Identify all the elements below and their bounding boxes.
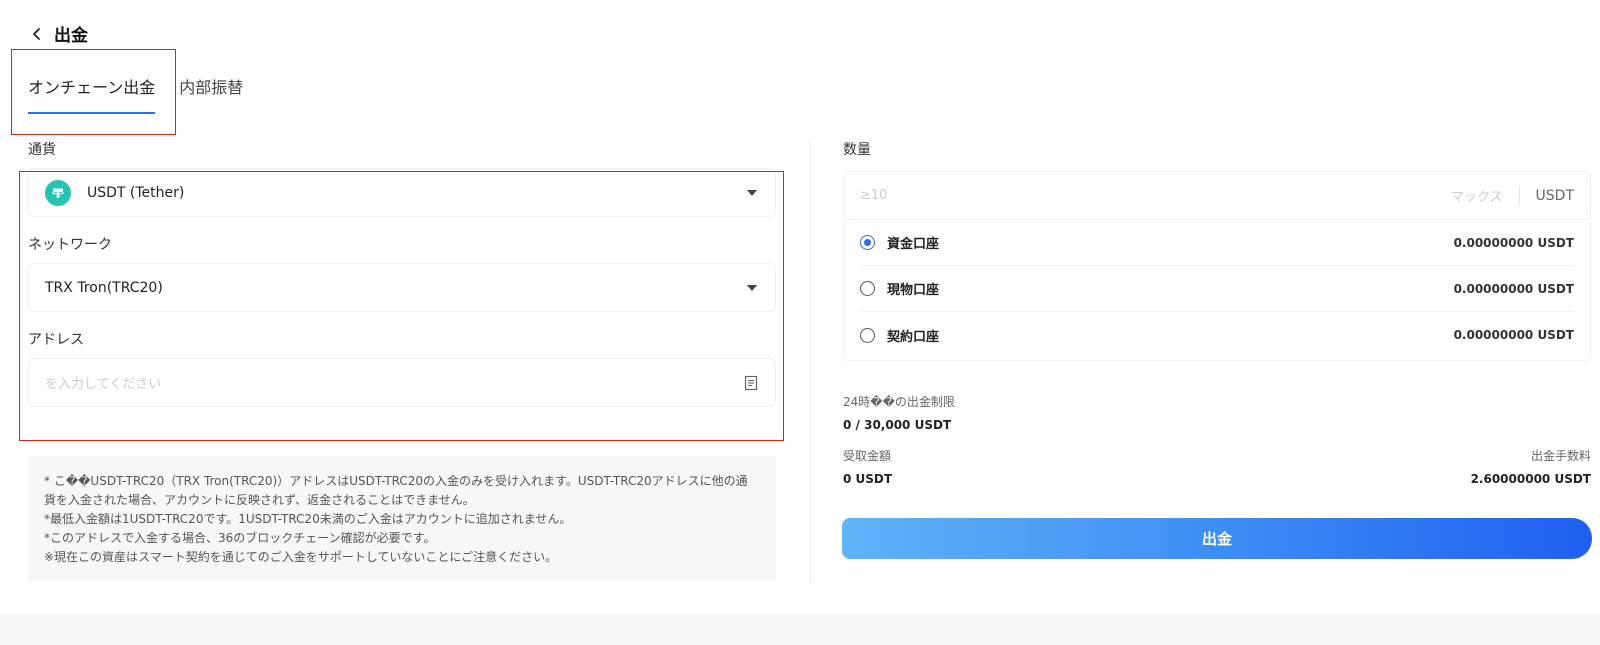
amount-unit: USDT	[1535, 187, 1574, 204]
receive-amount-label: 受取金額	[843, 449, 892, 463]
daily-limit-value: 0 / 30,000 USDT	[843, 418, 952, 432]
network-value: TRX Tron(TRC20)	[45, 279, 163, 296]
account-name: 資金口座	[887, 237, 940, 252]
account-list: 資金口座 0.00000000 USDT 現物口座 0.00000000 USD…	[843, 220, 1591, 361]
account-balance: 0.00000000 USDT	[1453, 281, 1574, 296]
account-option-contract[interactable]: 契約口座 0.00000000 USDT	[860, 312, 1574, 358]
amount-input[interactable]: ≥10 マックス USDT	[843, 171, 1591, 220]
address-input[interactable]: を入力してください	[28, 358, 776, 407]
header: 出金	[30, 20, 88, 46]
footer-band	[0, 614, 1600, 645]
account-name: 契約口座	[887, 329, 940, 345]
address-label: アドレス	[28, 332, 84, 348]
radio-unchecked-icon[interactable]	[860, 327, 875, 343]
fee-value: 2.60000000 USDT	[1470, 472, 1591, 486]
page-title: 出金	[54, 25, 88, 46]
currency-value: USDT (Tether)	[87, 184, 185, 201]
currency-label: 通貨	[28, 142, 56, 158]
chevron-left-icon[interactable]	[30, 26, 44, 40]
network-select[interactable]: TRX Tron(TRC20)	[28, 263, 776, 312]
tab-internal-transfer[interactable]: 内部振替	[179, 74, 243, 114]
notice-line: 貨を入金された場合、アカウントに反映されず、返金されることはできません。	[44, 493, 475, 507]
radio-unchecked-icon[interactable]	[860, 281, 875, 296]
amount-placeholder: ≥10	[860, 188, 888, 203]
amount-label: 数量	[843, 142, 871, 158]
account-name: 現物口座	[887, 283, 940, 298]
notice-line: ※現在この資産はスマート契約を通じてのご入金をサポートしていないことにご注意くだ…	[44, 550, 558, 564]
currency-select[interactable]: USDT (Tether)	[28, 168, 776, 217]
column-divider	[810, 140, 811, 583]
max-button[interactable]: マックス	[1451, 186, 1520, 205]
daily-limit-label: 24時��の出金制限	[843, 395, 955, 409]
clipboard-icon[interactable]	[743, 375, 759, 391]
account-balance: 0.00000000 USDT	[1453, 328, 1574, 342]
notice-line: * こ��USDT-TRC20（TRX Tron(TRC20)）アドレスはUSD…	[44, 474, 748, 488]
network-label: ネットワーク	[28, 237, 112, 253]
withdraw-button[interactable]: 出金	[842, 518, 1592, 559]
notice-line: *最低入金額は1USDT-TRC20です。1USDT-TRC20未満のご入金はア…	[44, 512, 572, 526]
account-option-funding[interactable]: 資金口座 0.00000000 USDT	[860, 220, 1574, 266]
caret-down-icon	[747, 284, 757, 291]
notice-line: *このアドレスで入金する場合、36のブロックチェーン確認が必要です。	[44, 531, 436, 545]
address-placeholder: を入力してください	[45, 377, 162, 392]
radio-checked-icon[interactable]	[860, 235, 875, 250]
tether-icon	[45, 179, 71, 206]
receive-amount-value: 0 USDT	[843, 472, 893, 486]
tab-bar: オンチェーン出金 内部振替	[28, 74, 267, 114]
notice-box: * こ��USDT-TRC20（TRX Tron(TRC20)）アドレスはUSD…	[28, 456, 776, 581]
tab-onchain-withdrawal[interactable]: オンチェーン出金	[28, 74, 156, 114]
account-balance: 0.00000000 USDT	[1453, 235, 1574, 250]
fee-label: 出金手数料	[1530, 449, 1591, 463]
account-option-spot[interactable]: 現物口座 0.00000000 USDT	[860, 266, 1574, 312]
caret-down-icon	[747, 189, 757, 196]
